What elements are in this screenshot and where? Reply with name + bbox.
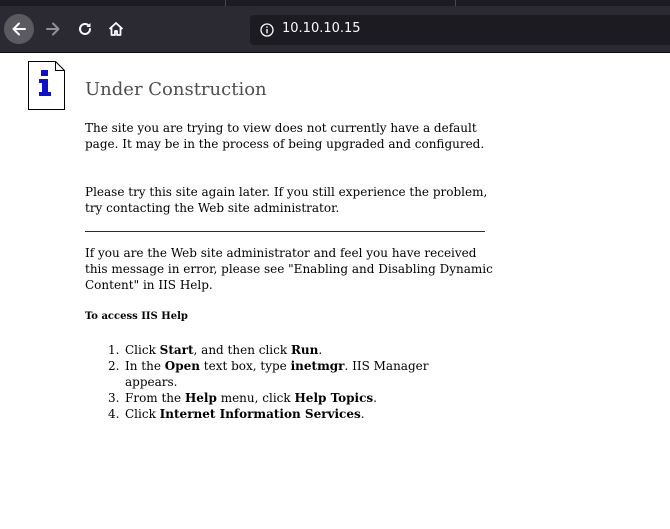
back-arrow-icon [12, 22, 26, 36]
home-button[interactable] [101, 14, 131, 44]
browser-toolbar: 10.10.10.15 [0, 6, 670, 53]
retry-paragraph: Please try this site again later. If you… [85, 185, 488, 215]
page-title: Under Construction [85, 79, 267, 100]
help-step: 2. In the Open text box, type inetmgr. II… [108, 359, 429, 389]
help-steps-list: 1. Click Start, and then click Run. 2. In … [85, 342, 465, 422]
site-info-icon[interactable] [259, 22, 275, 38]
admin-paragraph: If you are the Web site administrator an… [85, 246, 493, 292]
forward-button[interactable] [38, 14, 68, 44]
forward-arrow-icon [46, 22, 60, 36]
help-heading: To access IIS Help [85, 311, 188, 322]
reload-button[interactable] [70, 14, 100, 44]
divider [85, 231, 485, 232]
back-button[interactable] [4, 14, 34, 44]
message-paragraph: The site you are trying to view does not… [85, 121, 485, 151]
reload-icon [79, 22, 91, 35]
help-step: 3. From the Help menu, click Help Topics. [108, 391, 377, 405]
info-document-icon [28, 61, 65, 110]
home-icon [108, 22, 124, 36]
help-step: 4. Click Internet Information Services. [108, 407, 365, 421]
help-step: 1. Click Start, and then click Run. [108, 343, 323, 357]
url-bar[interactable]: 10.10.10.15 [250, 15, 670, 45]
url-text[interactable]: 10.10.10.15 [282, 21, 361, 36]
